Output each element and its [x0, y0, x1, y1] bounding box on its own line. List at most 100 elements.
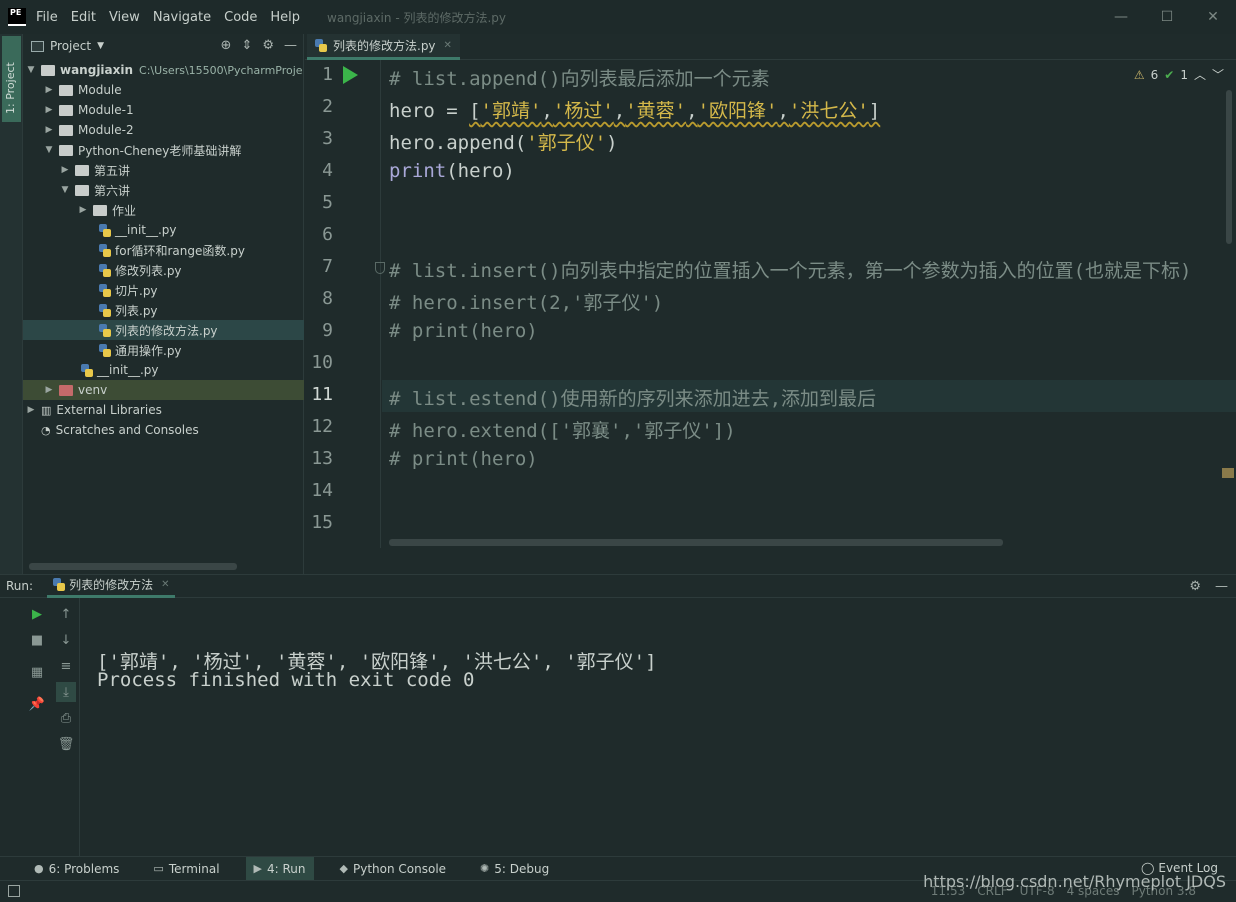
- tree-item-label: 第六讲: [94, 183, 131, 198]
- terminal-tool-button[interactable]: ▭ Terminal: [145, 857, 227, 881]
- tree-item[interactable]: 通用操作.py: [23, 340, 304, 360]
- menu-code[interactable]: Code: [224, 10, 257, 25]
- menu-view[interactable]: View: [109, 10, 140, 25]
- folder-icon: [41, 64, 55, 76]
- run-panel-label: Run:: [6, 579, 34, 593]
- warning-count: 6: [1150, 67, 1159, 82]
- window-title: wangjiaxin - 列表的修改方法.py: [327, 10, 506, 25]
- chevron-right-icon[interactable]: ▶: [43, 385, 55, 395]
- tree-item[interactable]: ▶ 作业: [23, 200, 304, 220]
- chevron-down-icon[interactable]: ▼: [59, 185, 71, 195]
- folder-icon: [75, 184, 89, 196]
- tree-item-venv[interactable]: ▶ venv: [23, 380, 304, 400]
- chevron-up-icon[interactable]: ︿: [1194, 66, 1206, 83]
- tree-item[interactable]: ▶ Module: [23, 80, 304, 100]
- code-editor[interactable]: 1 2 3 4 5 6 7 8 9 10 11 12 13 14 15 # li…: [305, 60, 1236, 548]
- arrow-down-icon[interactable]: ↓: [56, 630, 76, 650]
- editor-horizontal-scrollbar[interactable]: [389, 539, 1003, 546]
- code-line-3: hero.append('郭子仪'): [389, 132, 618, 154]
- close-icon[interactable]: ✕: [1190, 0, 1236, 34]
- tree-item[interactable]: 列表.py: [23, 300, 304, 320]
- line-number: 8: [322, 288, 333, 309]
- tree-item[interactable]: ▶ Module-2: [23, 120, 304, 140]
- run-tool-button[interactable]: ▶ 4: Run: [245, 856, 314, 881]
- chevron-right-icon[interactable]: ▶: [77, 205, 89, 215]
- chevron-right-icon[interactable]: ▶: [43, 125, 55, 135]
- layout-icon[interactable]: ▦: [27, 662, 47, 682]
- menu-help[interactable]: Help: [270, 10, 300, 25]
- problems-tool-button[interactable]: ● 6: Problems: [26, 857, 127, 881]
- stop-icon[interactable]: ■: [27, 630, 47, 650]
- run-config-tab[interactable]: 列表的修改方法 ✕: [47, 574, 176, 598]
- chevron-down-icon[interactable]: ▼: [97, 41, 104, 51]
- collapse-all-icon[interactable]: ⇕: [241, 38, 252, 53]
- warning-icon: ⚠: [1133, 67, 1145, 82]
- chevron-right-icon[interactable]: ▶: [59, 165, 71, 175]
- tree-item[interactable]: 修改列表.py: [23, 260, 304, 280]
- tree-item[interactable]: 切片.py: [23, 280, 304, 300]
- chevron-down-icon[interactable]: ▼: [43, 145, 55, 155]
- locate-icon[interactable]: ⊕: [221, 38, 232, 53]
- folder-icon: [59, 124, 73, 136]
- line-number: 2: [322, 96, 333, 117]
- run-gutter-icon[interactable]: [343, 66, 358, 84]
- pin-icon[interactable]: 📌: [27, 694, 47, 714]
- editor-vertical-scrollbar[interactable]: [1226, 90, 1232, 244]
- python-icon: [53, 578, 66, 591]
- chevron-right-icon[interactable]: ▶: [25, 405, 37, 415]
- inspection-widget[interactable]: ⚠ 6 ✔ 1 ︿ ﹀: [1134, 66, 1224, 83]
- tree-item[interactable]: for循环和range函数.py: [23, 240, 304, 260]
- fold-marker-icon[interactable]: [375, 262, 385, 274]
- folder-icon: [75, 164, 89, 176]
- editor-tab-active[interactable]: 列表的修改方法.py ✕: [307, 34, 460, 60]
- chevron-right-icon[interactable]: ▶: [43, 85, 55, 95]
- tree-item-label: __init__.py: [97, 363, 159, 377]
- print-icon[interactable]: ⎙: [56, 708, 76, 728]
- soft-wrap-icon[interactable]: ≡: [56, 656, 76, 676]
- tree-item-external-libraries[interactable]: ▶ ▥ External Libraries: [23, 400, 304, 420]
- code-line-2: hero = ['郭靖','杨过','黄蓉','欧阳锋','洪七公']: [389, 96, 880, 123]
- python-file-icon: [99, 223, 111, 237]
- tree-item-scratches[interactable]: ◔ Scratches and Consoles: [23, 420, 304, 440]
- tree-item-label: 列表.py: [115, 303, 158, 318]
- tree-item[interactable]: __init__.py: [23, 220, 304, 240]
- gear-icon[interactable]: ⚙: [262, 38, 274, 53]
- tree-item-selected[interactable]: 列表的修改方法.py: [23, 320, 304, 340]
- menu-navigate[interactable]: Navigate: [153, 10, 211, 25]
- chevron-down-icon[interactable]: ﹀: [1212, 66, 1224, 83]
- hide-panel-icon[interactable]: —: [284, 38, 297, 53]
- minimize-icon[interactable]: —: [1098, 0, 1144, 34]
- tree-item[interactable]: ▼ 第六讲: [23, 180, 304, 200]
- scroll-to-end-icon[interactable]: ⤓: [56, 682, 76, 702]
- project-horizontal-scrollbar[interactable]: [29, 563, 237, 570]
- menu-file[interactable]: File: [36, 10, 58, 25]
- tree-root-label: wangjiaxin: [60, 63, 134, 77]
- menu-edit[interactable]: Edit: [71, 10, 96, 25]
- chevron-right-icon[interactable]: ▶: [43, 105, 55, 115]
- maximize-icon[interactable]: ☐: [1144, 0, 1190, 34]
- tree-item-label: Module: [78, 83, 122, 97]
- error-stripe-marker[interactable]: [1222, 468, 1234, 478]
- project-tool-tab[interactable]: 1: Project: [2, 36, 21, 122]
- project-panel-tools: ⊕ ⇕ ⚙ —: [221, 38, 297, 53]
- tree-item[interactable]: __init__.py: [23, 360, 304, 380]
- tree-item[interactable]: ▶ Module-1: [23, 100, 304, 120]
- tree-root[interactable]: ▼ wangjiaxin C:\Users\15500\PycharmProje: [23, 60, 304, 80]
- tree-item[interactable]: ▼ Python-Cheney老师基础讲解: [23, 140, 304, 160]
- trash-icon[interactable]: 🗑: [56, 734, 76, 754]
- line-number: 6: [322, 224, 333, 245]
- python-console-tool-button[interactable]: ◆ Python Console: [332, 857, 455, 881]
- arrow-up-icon[interactable]: ↑: [56, 604, 76, 624]
- gear-icon[interactable]: ⚙: [1189, 579, 1201, 594]
- tree-item[interactable]: ▶ 第五讲: [23, 160, 304, 180]
- debug-tool-button[interactable]: ✺ 5: Debug: [472, 857, 557, 881]
- console-output[interactable]: ['郭靖', '杨过', '黄蓉', '欧阳锋', '洪七公', '郭子仪'] …: [97, 603, 657, 718]
- close-tab-icon[interactable]: ✕: [444, 40, 452, 51]
- tool-windows-toggle-icon[interactable]: [8, 885, 20, 897]
- chevron-down-icon[interactable]: ▼: [25, 65, 37, 75]
- close-tab-icon[interactable]: ✕: [161, 579, 169, 590]
- rerun-icon[interactable]: ▶: [27, 604, 47, 624]
- tree-item-label: 第五讲: [94, 163, 131, 178]
- code-line-4: print(hero): [389, 160, 515, 182]
- hide-panel-icon[interactable]: —: [1215, 579, 1228, 594]
